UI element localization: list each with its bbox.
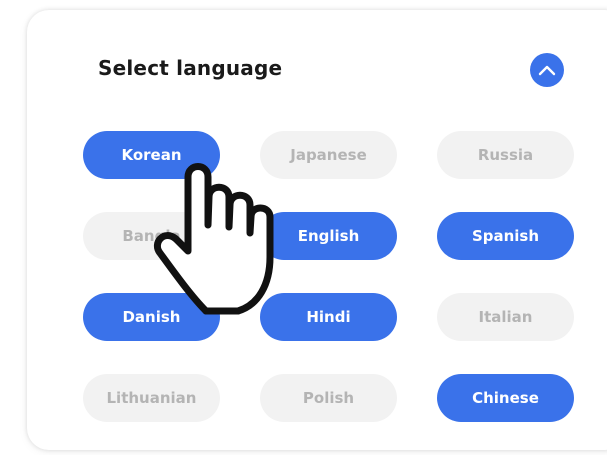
- language-chip-chinese[interactable]: Chinese: [437, 374, 574, 422]
- language-chip-japanese[interactable]: Japanese: [260, 131, 397, 179]
- language-chip-polish[interactable]: Polish: [260, 374, 397, 422]
- panel-title: Select language: [98, 56, 283, 80]
- language-chip-korean[interactable]: Korean: [83, 131, 220, 179]
- language-chip-lithuanian[interactable]: Lithuanian: [83, 374, 220, 422]
- language-chip-english[interactable]: English: [260, 212, 397, 260]
- collapse-button[interactable]: [530, 53, 564, 87]
- language-chip-spanish[interactable]: Spanish: [437, 212, 574, 260]
- language-chip-danish[interactable]: Danish: [83, 293, 220, 341]
- chevron-up-icon: [538, 65, 556, 76]
- language-chip-hindi[interactable]: Hindi: [260, 293, 397, 341]
- language-chip-bangla[interactable]: Bangla: [83, 212, 220, 260]
- language-chip-russia[interactable]: Russia: [437, 131, 574, 179]
- language-chip-italian[interactable]: Italian: [437, 293, 574, 341]
